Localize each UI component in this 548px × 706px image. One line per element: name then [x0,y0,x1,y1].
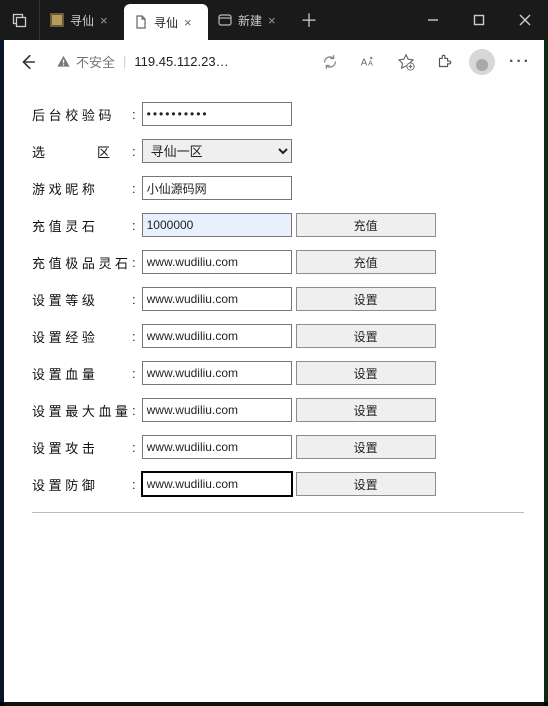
tab-3-title: 新建 [238,12,262,29]
tab-3[interactable]: 新建 × [208,0,292,40]
label-hp: 设 置 血 量 [32,364,128,383]
sync-button[interactable] [312,45,348,79]
new-tab-button[interactable]: ＋ [292,0,326,40]
label-recharge-lingshi: 充 值 灵 石 [32,216,128,235]
favorites-button[interactable] [388,45,424,79]
tab-1[interactable]: 寻仙 × [40,0,124,40]
atk-button[interactable]: 设置 [296,435,436,459]
read-aloud-button[interactable]: AA✦ [350,45,386,79]
tab-2-active[interactable]: 寻仙 × [124,4,208,40]
svg-text:✦: ✦ [369,56,374,62]
label-recharge-jipin: 充 值 极 品 灵 石 [32,253,128,272]
label-maxhp: 设 置 最 大 血 量 [32,401,128,420]
window-maximize[interactable] [456,0,502,40]
back-button[interactable] [10,45,46,79]
insecure-badge: 不安全 [56,52,115,71]
tabs-icon [12,12,28,28]
arrow-left-icon [19,53,37,71]
recharge-lingshi-button[interactable]: 充值 [296,213,436,237]
address-bar[interactable]: 不安全 | 119.45.112.23… [50,45,308,79]
exp-button[interactable]: 设置 [296,324,436,348]
hp-button[interactable]: 设置 [296,361,436,385]
favicon-image-icon [50,13,64,27]
label-nickname: 游 戏 昵 称 [32,179,128,198]
label-region: 选 区 [32,142,128,161]
avatar-icon [469,49,495,75]
warning-icon [56,54,71,69]
tab-2-title: 寻仙 [154,14,178,31]
insecure-text: 不安全 [76,52,115,71]
label-verify: 后 台 校 验 码 [32,105,128,124]
recharge-lingshi-input[interactable] [142,213,292,237]
region-select[interactable]: 寻仙一区 [142,139,292,163]
star-plus-icon [397,53,415,71]
tabs-overview-button[interactable] [0,0,40,40]
level-input[interactable] [142,287,292,311]
maxhp-input[interactable] [142,398,292,422]
tab-3-close[interactable]: × [268,13,282,28]
extensions-button[interactable] [426,45,462,79]
exp-input[interactable] [142,324,292,348]
atk-input[interactable] [142,435,292,459]
verify-input[interactable] [142,102,292,126]
profile-button[interactable] [464,45,500,79]
window-titlebar: 寻仙 × 寻仙 × 新建 × ＋ [0,0,548,40]
window-close[interactable] [502,0,548,40]
more-icon: ··· [509,53,531,71]
label-exp: 设 置 经 验 [32,327,128,346]
addr-separator: | [123,54,126,69]
menu-button[interactable]: ··· [502,45,538,79]
level-button[interactable]: 设置 [296,287,436,311]
recharge-jipin-button[interactable]: 充值 [296,250,436,274]
label-atk: 设 置 攻 击 [32,438,128,457]
divider [32,512,524,513]
sync-icon [321,53,339,71]
address-url: 119.45.112.23… [134,54,228,69]
tab-2-close[interactable]: × [184,15,198,30]
browser-toolbar: 不安全 | 119.45.112.23… AA✦ ··· [4,40,544,84]
recharge-jipin-input[interactable] [142,250,292,274]
favicon-edge-icon [218,13,232,27]
label-level: 设 置 等 级 [32,290,128,309]
window-minimize[interactable] [410,0,456,40]
tab-1-title: 寻仙 [70,12,94,29]
page-content: 后 台 校 验 码: 选 区: 寻仙一区 游 戏 昵 称: 充 值 灵 石: 充… [4,84,544,513]
window-controls [410,0,548,40]
hp-input[interactable] [142,361,292,385]
text-aa-icon: AA✦ [359,53,377,71]
plus-icon: ＋ [300,7,318,33]
def-button[interactable]: 设置 [296,472,436,496]
puzzle-icon [435,53,453,71]
nickname-input[interactable] [142,176,292,200]
favicon-page-icon [134,15,148,29]
svg-text:A: A [361,57,368,68]
tab-1-close[interactable]: × [100,13,114,28]
label-def: 设 置 防 御 [32,475,128,494]
def-input[interactable] [142,472,292,496]
maxhp-button[interactable]: 设置 [296,398,436,422]
